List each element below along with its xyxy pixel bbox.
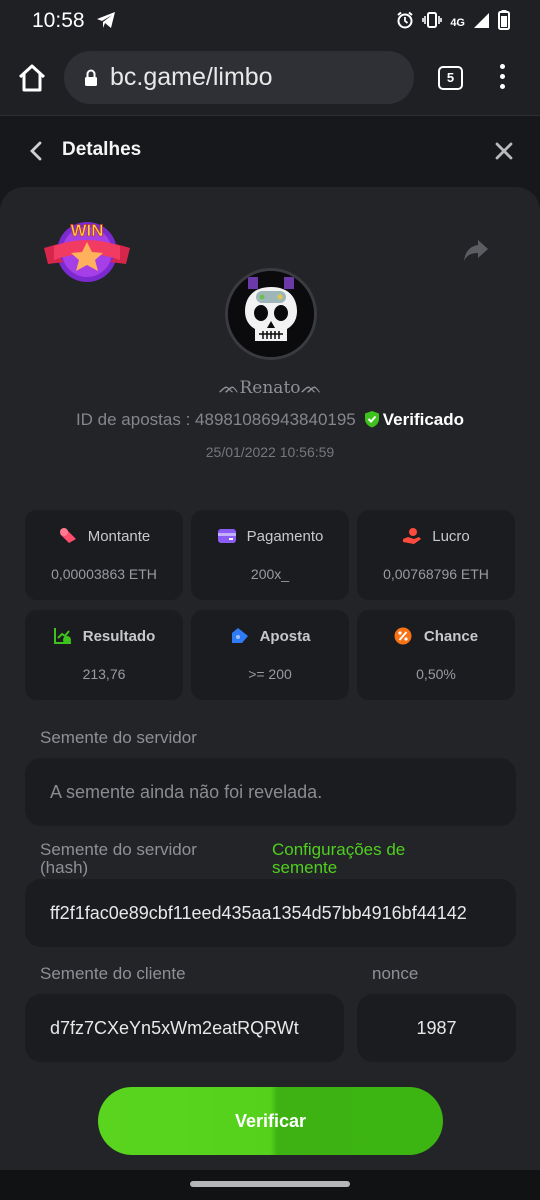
stat-lucro: Lucro 0,00768796 ETH <box>357 510 515 600</box>
stat-aposta: Aposta >= 200 <box>191 610 349 700</box>
stat-montante: Montante 0,00003863 ETH <box>25 510 183 600</box>
more-menu-icon[interactable] <box>494 64 510 92</box>
server-hash-label: Semente do servidor (hash) <box>40 840 197 877</box>
stat-label: Aposta <box>259 628 311 645</box>
close-icon[interactable] <box>494 141 514 166</box>
percent-icon <box>394 627 412 645</box>
back-arrow-icon[interactable] <box>26 139 46 168</box>
stat-label: Pagamento <box>246 528 324 545</box>
network-type: 4G <box>450 16 465 29</box>
win-label: WIN <box>70 221 103 240</box>
lock-icon <box>84 69 98 92</box>
details-header: Detalhes <box>0 117 540 185</box>
share-icon[interactable] <box>462 238 490 269</box>
client-seed-field[interactable]: d7fz7CXeYn5xWm2eatRQRWt <box>25 994 344 1062</box>
system-nav-bar <box>0 1170 540 1200</box>
username: ᨏRenatoᨏ <box>218 378 322 398</box>
stat-value: 0,00003863 ETH <box>51 566 157 582</box>
nonce-field[interactable]: 1987 <box>357 994 516 1062</box>
alarm-icon <box>396 11 414 34</box>
stat-label: Lucro <box>432 528 470 545</box>
vibrate-icon <box>422 12 443 33</box>
ticket-icon <box>231 628 248 643</box>
status-bar: 10:58 4G <box>0 0 540 40</box>
nonce-label: nonce <box>372 964 419 983</box>
stat-pagamento: Pagamento 200x_ <box>191 510 349 600</box>
avatar <box>225 268 317 360</box>
battery-icon <box>498 10 510 35</box>
stat-value: 0,00768796 ETH <box>383 566 489 582</box>
server-hash-field[interactable]: ff2f1fac0e89cbf11eed435aa1354d57bb4916bf… <box>25 879 516 947</box>
verified-label: Verificado <box>382 410 465 429</box>
seed-settings-link[interactable]: Configurações de semente <box>272 841 447 877</box>
stat-chance: Chance 0,50% <box>357 610 515 700</box>
stat-label: Montante <box>87 528 151 545</box>
bet-timestamp: 25/01/2022 10:56:59 <box>205 444 335 460</box>
win-badge-icon: WIN <box>42 214 132 291</box>
wallet-icon <box>217 529 236 543</box>
server-seed-label: Semente do servidor <box>40 728 197 747</box>
stat-label: Chance <box>423 628 479 645</box>
address-bar[interactable]: bc.game/limbo <box>64 51 414 104</box>
tab-switcher-button[interactable]: 5 <box>438 66 463 90</box>
telegram-icon <box>96 11 116 34</box>
stat-value: 0,50% <box>416 666 456 682</box>
url-text: bc.game/limbo <box>110 63 273 91</box>
stat-value: 213,76 <box>82 666 126 682</box>
browser-toolbar: bc.game/limbo 5 <box>0 40 540 116</box>
chart-check-icon <box>53 628 71 644</box>
hand-coin-icon <box>403 528 422 544</box>
server-seed-field[interactable]: A semente ainda não foi revelada. <box>25 758 516 826</box>
stat-label: Resultado <box>82 628 156 645</box>
page-title: Detalhes <box>62 139 142 160</box>
home-gesture-pill[interactable] <box>190 1181 350 1187</box>
stat-resultado: Resultado 213,76 <box>25 610 183 700</box>
stat-value: 200x_ <box>250 566 290 582</box>
coins-icon <box>59 528 76 543</box>
bet-id-row: ID de apostas : 48981086943840195 Verific… <box>0 410 540 433</box>
client-seed-label: Semente do cliente <box>40 964 186 983</box>
status-time: 10:58 <box>32 9 85 32</box>
shield-check-icon <box>364 410 380 433</box>
signal-icon <box>473 12 490 34</box>
verify-button[interactable]: Verificar <box>98 1087 443 1155</box>
stat-value: >= 200 <box>248 666 292 682</box>
bet-id: 48981086943840195 <box>195 410 356 429</box>
home-icon[interactable] <box>16 62 48 94</box>
bet-id-label: ID de apostas : <box>75 410 196 429</box>
